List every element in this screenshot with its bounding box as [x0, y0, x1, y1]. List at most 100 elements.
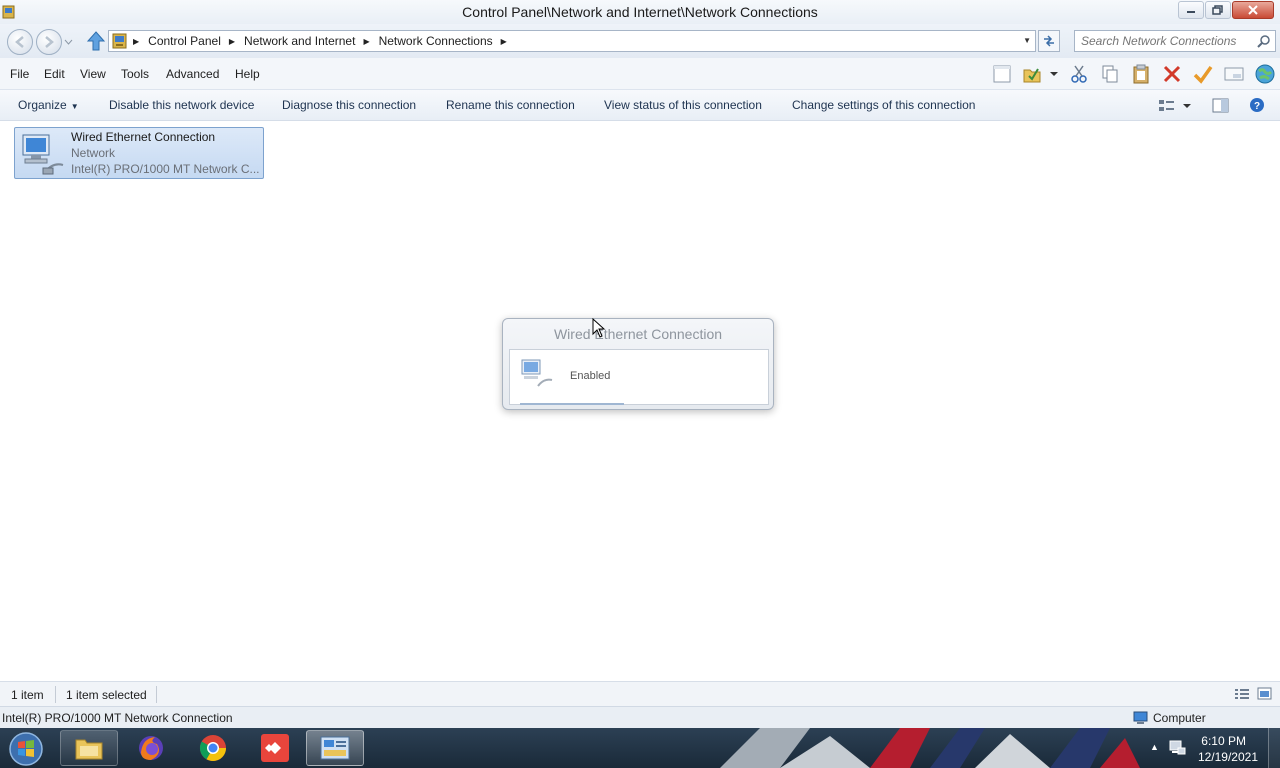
taskbar-firefox[interactable] [122, 730, 180, 766]
mouse-cursor-icon [592, 318, 606, 338]
control-panel-icon [320, 736, 350, 760]
folder-options-button[interactable] [1017, 62, 1063, 86]
forward-button[interactable] [36, 29, 62, 55]
status-popup: Wired Ethernet Connection Enabled [502, 318, 774, 410]
rename-button[interactable]: Rename this connection [446, 98, 575, 112]
close-icon [1248, 5, 1258, 15]
connection-name: Wired Ethernet Connection [71, 130, 216, 144]
remote-desktop-icon [261, 734, 289, 762]
popup-body: Enabled [509, 349, 769, 405]
delete-button[interactable] [1156, 62, 1187, 86]
show-desktop-button[interactable] [1268, 728, 1280, 768]
clock-time[interactable]: 6:10 PM [1201, 734, 1246, 748]
taskbar-file-explorer[interactable] [60, 730, 118, 766]
network-adapter-icon [22, 134, 64, 175]
internet-button[interactable] [1249, 62, 1280, 86]
breadcrumb-arrow-icon[interactable]: ▶ [133, 37, 139, 46]
change-settings-button[interactable]: Change settings of this connection [792, 98, 975, 112]
firefox-icon [139, 736, 163, 760]
address-bar[interactable]: ▶ Control Panel ▶ Network and Internet ▶ N… [108, 30, 1036, 52]
breadcrumb-item[interactable]: Network Connections ▶ [379, 34, 516, 48]
view-status-button[interactable]: View status of this connection [604, 98, 762, 112]
taskbar-chrome[interactable] [184, 730, 242, 766]
back-button[interactable] [7, 29, 33, 55]
menu-help[interactable]: Help [235, 67, 260, 81]
breadcrumb-item[interactable]: Control Panel ▶ [148, 34, 244, 48]
selected-count: 1 item selected [66, 688, 147, 702]
network-tray-icon[interactable] [1168, 739, 1186, 757]
copy-button[interactable] [1094, 62, 1125, 86]
help-icon[interactable]: ? [1249, 97, 1265, 113]
copy-icon [1102, 65, 1117, 83]
scissors-icon [1070, 65, 1087, 83]
title-bar: Control Panel\Network and Internet\Netwo… [0, 0, 1280, 24]
close-button[interactable] [1232, 1, 1274, 19]
change-view-icon[interactable] [1158, 98, 1194, 114]
breadcrumb-arrow-icon[interactable]: ▶ [501, 37, 507, 46]
recent-pages-chevron-icon[interactable] [64, 38, 73, 46]
menu-file[interactable]: File [10, 67, 29, 81]
menu-edit[interactable]: Edit [44, 67, 65, 81]
taskbar-network-connections[interactable] [306, 730, 364, 766]
taskbar-anydesk[interactable] [246, 730, 304, 766]
window-title: Control Panel\Network and Internet\Netwo… [462, 4, 818, 20]
connection-type: Network [71, 146, 116, 160]
popup-title: Wired Ethernet Connection [553, 326, 723, 342]
diagnose-button[interactable]: Diagnose this connection [282, 98, 416, 112]
start-button[interactable] [4, 730, 46, 766]
checkmark-icon [1193, 65, 1212, 84]
disable-device-button[interactable]: Disable this network device [109, 98, 254, 112]
computer-icon [1133, 711, 1148, 724]
breadcrumb-arrow-icon[interactable]: ▶ [229, 37, 235, 46]
svg-text:?: ? [1254, 101, 1260, 112]
network-adapter-icon [521, 359, 553, 387]
window-icon [1224, 67, 1243, 81]
menu-tools[interactable]: Tools [121, 67, 149, 81]
clock-date[interactable]: 12/19/2021 [1198, 750, 1258, 764]
item-count: 1 item [11, 688, 44, 702]
restore-icon [1212, 5, 1223, 15]
breadcrumb-item[interactable]: Network and Internet ▶ [244, 34, 379, 48]
status-bar: 1 item 1 item selected [0, 681, 1280, 706]
menu-advanced[interactable]: Advanced [166, 67, 219, 81]
device-details: Intel(R) PRO/1000 MT Network Connection [2, 711, 233, 725]
details-bar: Intel(R) PRO/1000 MT Network Connection … [0, 706, 1280, 728]
search-box[interactable] [1074, 30, 1276, 52]
blank-page-icon [993, 65, 1010, 83]
menu-view[interactable]: View [80, 67, 106, 81]
security-zone: Computer [1153, 711, 1206, 725]
refresh-icon [1044, 35, 1054, 47]
up-arrow-icon[interactable] [86, 30, 106, 52]
breadcrumb-arrow-icon[interactable]: ▶ [363, 37, 369, 46]
divider [156, 686, 157, 703]
views-button[interactable] [1218, 62, 1249, 86]
minimize-button[interactable] [1178, 1, 1204, 19]
tiles-view-icon[interactable] [1257, 687, 1273, 701]
globe-icon [1255, 64, 1274, 84]
new-folder-button[interactable] [986, 62, 1017, 86]
navigation-bar: ▶ Control Panel ▶ Network and Internet ▶ N… [0, 24, 1280, 58]
address-dropdown-icon[interactable]: ▼ [1023, 36, 1031, 45]
properties-button[interactable] [1187, 62, 1218, 86]
search-icon[interactable] [1257, 34, 1271, 48]
search-input[interactable] [1075, 31, 1245, 51]
paste-button[interactable] [1125, 62, 1156, 86]
taskbar: ▲ 6:10 PM 12/19/2021 [0, 728, 1280, 768]
organize-button[interactable]: Organize ▼ [18, 98, 79, 112]
control-panel-icon [112, 33, 127, 49]
wallpaper-graphic [720, 728, 1140, 768]
restore-button[interactable] [1205, 1, 1231, 19]
minimize-icon [1187, 11, 1195, 13]
refresh-button[interactable] [1038, 30, 1060, 52]
popup-status: Enabled [570, 370, 611, 382]
back-arrow-icon [15, 36, 24, 48]
cut-button[interactable] [1063, 62, 1094, 86]
details-view-icon[interactable] [1234, 687, 1250, 701]
folder-check-icon [1023, 68, 1058, 83]
preview-pane-icon[interactable] [1212, 98, 1230, 114]
connection-item[interactable]: Wired Ethernet Connection Network Intel(… [14, 127, 264, 179]
command-bar: Organize ▼ Disable this network device Di… [0, 90, 1280, 121]
folder-icon [75, 739, 103, 760]
show-hidden-icons-icon[interactable]: ▲ [1150, 742, 1159, 752]
clipboard-icon [1133, 64, 1148, 84]
